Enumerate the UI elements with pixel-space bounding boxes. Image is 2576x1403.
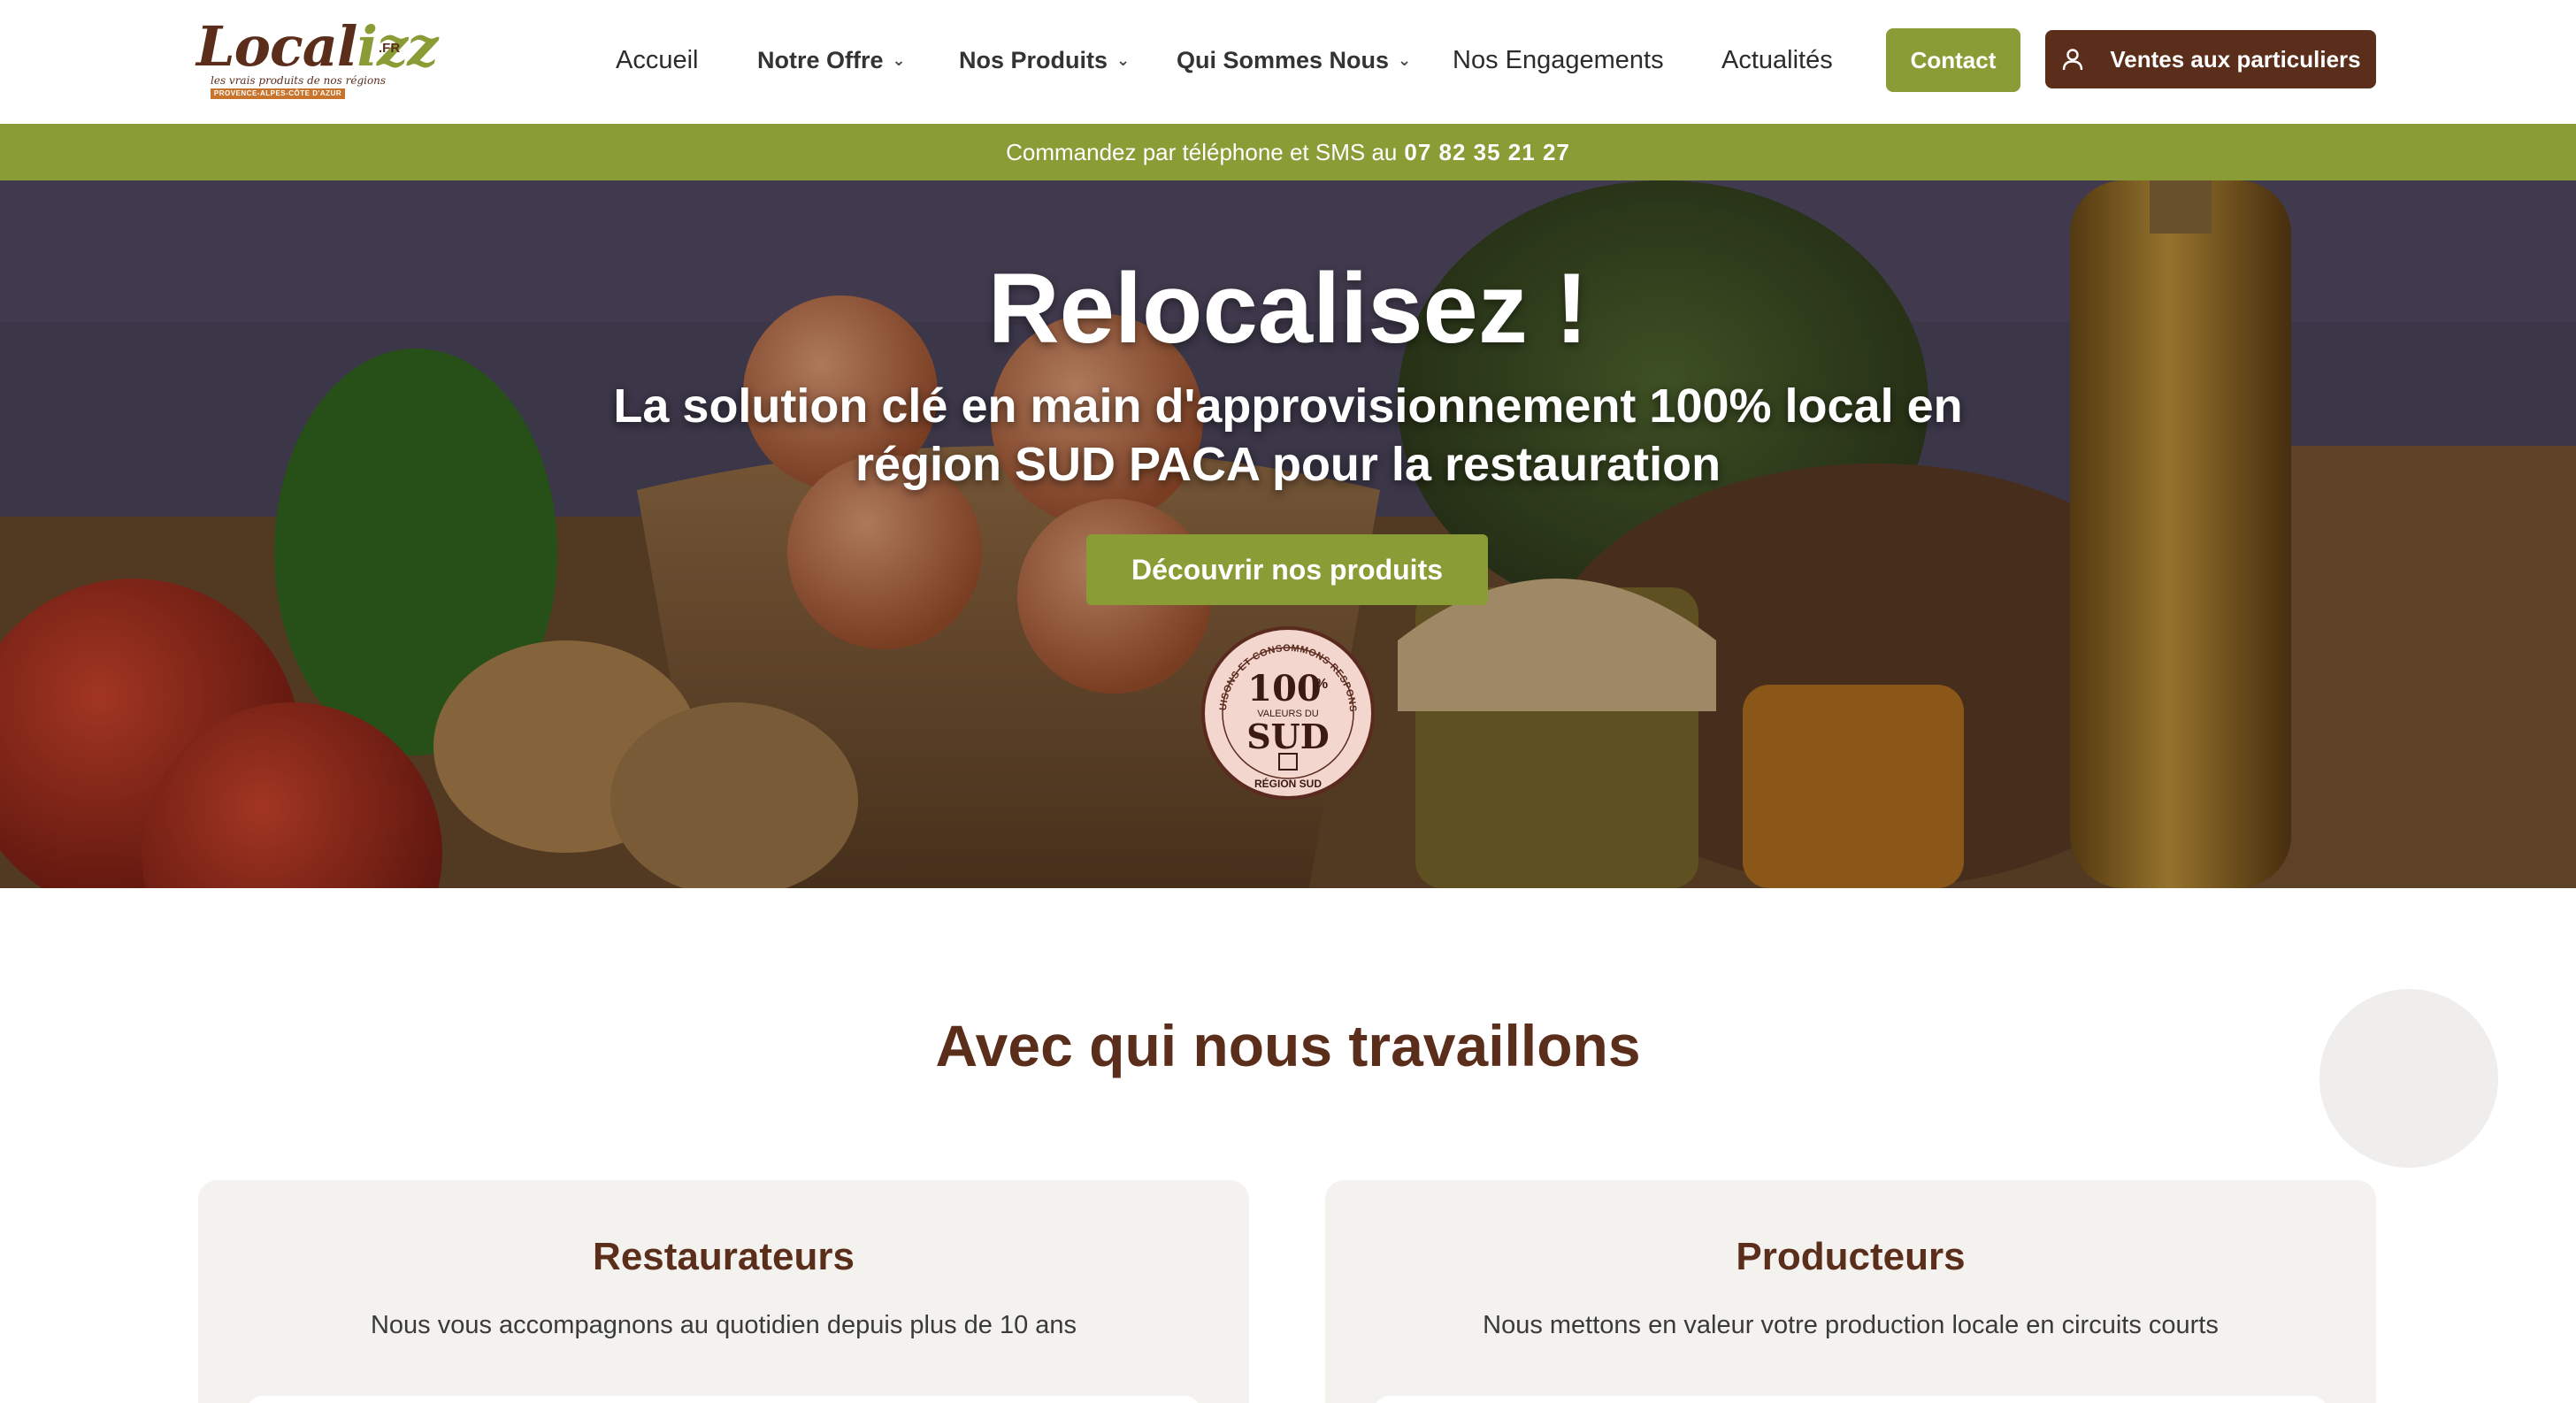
card-inner-panel bbox=[248, 1396, 1200, 1403]
nav-item-accueil[interactable]: Accueil bbox=[616, 39, 699, 81]
nav-item-actualites[interactable]: Actualités bbox=[1721, 39, 1833, 81]
logo[interactable]: Localizz .FR les vrais produits de nos r… bbox=[196, 19, 438, 101]
card-text: Nous vous accompagnons au quotidien depu… bbox=[370, 1311, 1077, 1339]
card-restaurateurs[interactable]: Restaurateurs Nous vous accompagnons au … bbox=[198, 1180, 1249, 1403]
card-title: Restaurateurs bbox=[593, 1235, 855, 1278]
phone-order-text: Commandez par téléphone et SMS au bbox=[1006, 138, 1398, 165]
nav-label: Nos Produits bbox=[959, 46, 1108, 73]
ventes-particuliers-button[interactable]: Ventes aux particuliers bbox=[2045, 30, 2376, 88]
discover-products-button[interactable]: Découvrir nos produits bbox=[1086, 534, 1488, 605]
site-header: Localizz .FR les vrais produits de nos r… bbox=[0, 0, 2576, 124]
nav-item-notre-offre[interactable]: Notre Offre ⌄ bbox=[757, 39, 906, 81]
valeurs-du-sud-badge-icon: PRODUISONS ET CONSOMMONS RESPONSABLE 100… bbox=[1200, 625, 1375, 800]
nav-label: Actualités bbox=[1721, 45, 1833, 74]
card-title: Producteurs bbox=[1736, 1235, 1966, 1278]
nav-label: Accueil bbox=[616, 45, 699, 74]
logo-wordmark: Localizz bbox=[196, 14, 438, 79]
section-title: Avec qui nous travaillons bbox=[935, 1013, 1641, 1078]
badge-percent: % bbox=[1315, 677, 1328, 692]
hero-title: Relocalisez ! bbox=[987, 253, 1589, 364]
hero-subtitle: La solution clé en main d'approvisionnem… bbox=[613, 380, 1963, 491]
nav-item-nos-produits[interactable]: Nos Produits ⌄ bbox=[959, 39, 1130, 81]
chevron-down-icon: ⌄ bbox=[1116, 50, 1131, 69]
card-producteurs[interactable]: Producteurs Nous mettons en valeur votre… bbox=[1325, 1180, 2376, 1403]
chevron-down-icon: ⌄ bbox=[1398, 50, 1412, 69]
nav-label: Notre Offre bbox=[757, 46, 884, 73]
chevron-down-icon: ⌄ bbox=[892, 50, 906, 69]
card-text: Nous mettons en valeur votre production … bbox=[1483, 1311, 2219, 1339]
badge-bottom-text: RÉGION SUD bbox=[1254, 777, 1322, 790]
ventes-label: Ventes aux particuliers bbox=[2110, 45, 2361, 73]
phone-order-banner: Commandez par téléphone et SMS au 07 82 … bbox=[0, 124, 2576, 180]
contact-button[interactable]: Contact bbox=[1886, 28, 2020, 92]
logo-region: PROVENCE-ALPES-CÔTE D'AZUR bbox=[211, 88, 345, 99]
user-icon bbox=[2060, 47, 2085, 72]
nav-label: Qui Sommes Nous bbox=[1177, 46, 1390, 73]
badge-number: 100 bbox=[1247, 668, 1322, 709]
badge-big-text: SUD bbox=[1246, 717, 1330, 756]
logo-suffix: .FR bbox=[379, 41, 401, 56]
card-inner-panel bbox=[1375, 1396, 2327, 1403]
nav-item-qui-sommes-nous[interactable]: Qui Sommes Nous ⌄ bbox=[1177, 39, 1411, 81]
nav-label: Nos Engagements bbox=[1453, 45, 1664, 74]
logo-tagline: les vrais produits de nos régions bbox=[211, 74, 387, 87]
nav-item-nos-engagements[interactable]: Nos Engagements bbox=[1453, 39, 1664, 81]
hero-section: Relocalisez ! La solution clé en main d'… bbox=[0, 180, 2576, 888]
phone-number[interactable]: 07 82 35 21 27 bbox=[1404, 139, 1570, 166]
